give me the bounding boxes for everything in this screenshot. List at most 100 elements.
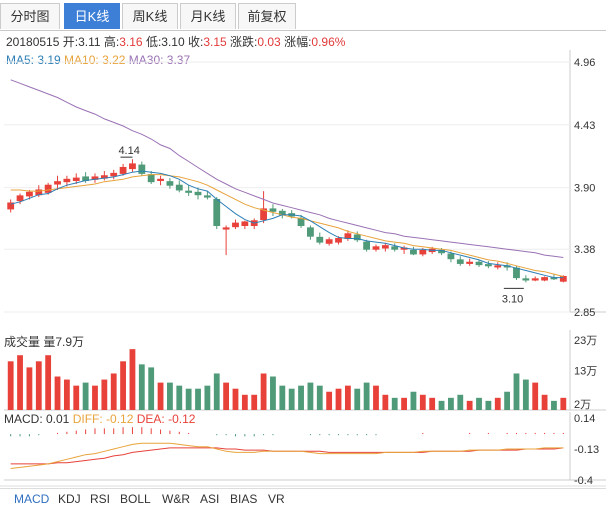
candle-body — [129, 163, 136, 170]
volume-bar — [298, 385, 304, 410]
volume-bar — [101, 379, 108, 410]
volume-bar — [410, 391, 417, 410]
volume-bar — [176, 385, 183, 410]
volume-bar — [167, 382, 173, 410]
volume-bar — [466, 400, 473, 410]
volume-bar — [185, 388, 192, 410]
volume-bar — [494, 397, 501, 410]
candle-body — [138, 164, 146, 174]
volume-bar — [17, 355, 23, 410]
volume-bar — [373, 385, 379, 410]
tab-wr[interactable]: W&R — [162, 492, 190, 506]
volume-bar — [82, 382, 89, 410]
volume-bar — [485, 400, 492, 410]
candle-body — [241, 221, 249, 227]
volume-bar — [260, 373, 267, 410]
volume-bar — [110, 373, 117, 410]
volume-panel — [7, 349, 567, 410]
candle-body — [194, 191, 202, 196]
candle-body — [119, 166, 127, 174]
volume-bar — [438, 400, 445, 410]
candle-body — [185, 190, 193, 193]
candle-body — [166, 181, 174, 186]
volume-bar — [335, 388, 342, 410]
volume-tick-label: 2万 — [574, 399, 591, 411]
volume-bar — [129, 349, 136, 410]
candle-body — [419, 249, 427, 255]
tab-boll[interactable]: BOLL — [120, 492, 151, 506]
volume-bar — [73, 385, 80, 410]
candle-body — [456, 259, 464, 264]
volume-bar — [148, 367, 155, 410]
high-annotation: 4.14 — [118, 145, 139, 157]
tab-kdj[interactable]: KDJ — [58, 492, 81, 506]
volume-tick-label: 23万 — [574, 335, 597, 347]
price-tick-label: 3.90 — [574, 183, 595, 195]
candle-body — [531, 278, 539, 281]
ma30-line — [10, 79, 564, 258]
volume-bar — [138, 364, 145, 410]
candle-body — [372, 246, 380, 250]
candle-body — [26, 191, 33, 197]
volume-bar — [45, 355, 52, 410]
candle-body — [44, 184, 52, 193]
volume-bar — [541, 394, 548, 410]
volume-bar — [251, 394, 258, 410]
volume-bar — [354, 388, 361, 410]
tab-macd[interactable]: MACD — [14, 492, 49, 506]
volume-bar — [391, 397, 398, 410]
volume-bar — [204, 385, 211, 410]
volume-bar — [448, 397, 454, 410]
low-annotation: 3.10 — [502, 293, 523, 305]
volume-bar — [232, 388, 239, 410]
candle-body — [494, 265, 502, 268]
tab-rsi[interactable]: RSI — [90, 492, 110, 506]
candle-body — [147, 174, 155, 183]
candle-body — [54, 181, 61, 185]
volume-bar — [522, 379, 529, 410]
candle-body — [203, 195, 211, 198]
candle-body — [381, 245, 389, 249]
y-axis-labels: 4.96 4.43 3.90 3.38 2.85 23万 13万 2万 0.14 -0.13 -0.… — [574, 57, 599, 487]
candle-body — [213, 198, 221, 227]
diff-line — [10, 442, 564, 469]
volume-bar — [35, 361, 42, 410]
candle-body — [72, 177, 80, 181]
volume-bar — [419, 394, 426, 410]
candle-body — [157, 178, 164, 181]
volume-bar — [344, 385, 351, 410]
volume-bar — [288, 388, 295, 410]
candle-body — [447, 253, 455, 260]
indicator-tabs: MACD KDJ RSI BOLL W&R ASI BIAS VR — [0, 488, 606, 511]
candle-body — [16, 195, 24, 202]
macd-tick-label: -0.13 — [574, 444, 599, 456]
candle-body — [222, 227, 230, 230]
tab-bias[interactable]: BIAS — [230, 492, 257, 506]
tab-asi[interactable]: ASI — [200, 492, 219, 506]
volume-bar — [195, 388, 201, 410]
volume-tick-label: 13万 — [574, 365, 597, 377]
volume-bar — [92, 385, 98, 410]
candle-body — [110, 172, 118, 177]
volume-bar — [26, 367, 33, 410]
candle-body — [325, 239, 333, 244]
candle-body — [335, 238, 342, 243]
volume-bar — [7, 361, 14, 410]
ma5-line — [10, 170, 564, 279]
volume-bar — [223, 382, 230, 410]
price-tick-label: 2.85 — [574, 307, 595, 319]
candle-body — [475, 261, 483, 266]
macd-panel — [10, 427, 564, 469]
volume-bar — [560, 397, 567, 410]
tab-vr[interactable]: VR — [268, 492, 285, 506]
candle-body — [316, 236, 324, 243]
candle-body — [232, 222, 239, 228]
volume-bar — [429, 397, 436, 410]
volume-bar — [157, 382, 164, 410]
volume-bar — [120, 361, 126, 410]
volume-bar — [307, 382, 314, 410]
candle-body — [297, 217, 305, 227]
volume-bar — [382, 394, 389, 410]
volume-bar — [476, 397, 482, 410]
candle-body — [484, 264, 492, 267]
